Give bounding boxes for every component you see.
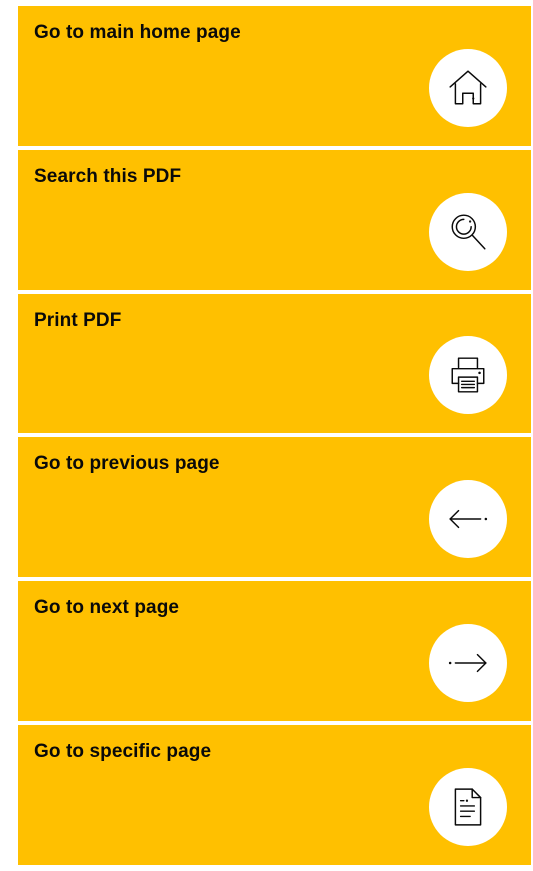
home-page-button[interactable]: Go to main home page — [18, 6, 531, 146]
search-pdf-button[interactable]: Search this PDF — [18, 149, 531, 290]
specific-page-button[interactable]: Go to specific page — [18, 725, 531, 865]
search-icon-circle[interactable] — [429, 192, 507, 271]
arrow-left-icon-circle[interactable] — [429, 480, 507, 559]
search-icon — [451, 214, 486, 250]
arrow-right-icon — [448, 654, 487, 673]
pdf-navigation-panel: Go to main home page Search this PDF Pri… — [18, 6, 531, 865]
previous-page-label: Go to previous page — [34, 453, 220, 475]
home-icon-circle[interactable] — [429, 48, 507, 127]
next-page-button[interactable]: Go to next page — [18, 581, 531, 722]
document-icon-circle[interactable] — [429, 767, 507, 846]
specific-page-label: Go to specific page — [34, 741, 212, 763]
home-page-label: Go to main home page — [34, 22, 241, 43]
printer-icon — [451, 357, 485, 394]
arrow-left-icon — [449, 510, 488, 529]
home-icon — [449, 70, 487, 105]
next-page-label: Go to next page — [34, 597, 180, 619]
printer-icon-circle[interactable] — [429, 336, 507, 415]
previous-page-button[interactable]: Go to previous page — [18, 437, 531, 578]
search-pdf-label: Search this PDF — [34, 165, 182, 187]
arrow-right-icon-circle[interactable] — [429, 624, 507, 703]
print-pdf-label: Print PDF — [34, 309, 122, 331]
print-pdf-button[interactable]: Print PDF — [18, 293, 531, 434]
document-icon — [454, 788, 482, 826]
